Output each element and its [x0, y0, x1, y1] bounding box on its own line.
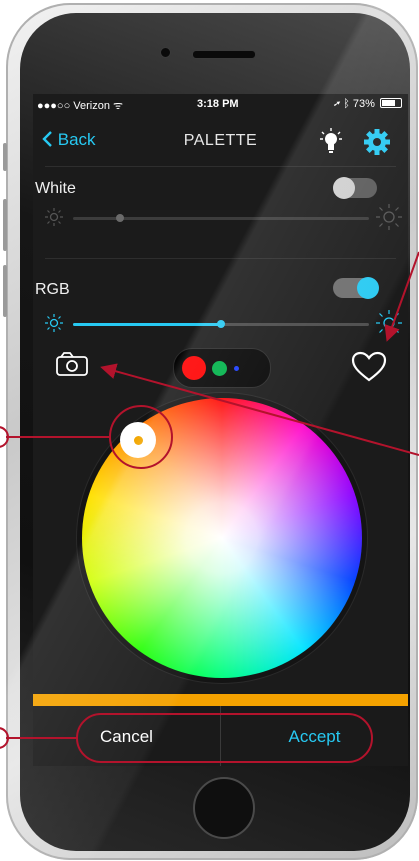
color-presets[interactable] — [173, 348, 271, 388]
battery-indicator: ➚ ᛒ 73% — [334, 98, 402, 110]
volume-down-button — [3, 265, 7, 317]
cancel-button[interactable]: Cancel — [33, 706, 220, 766]
preset-blue[interactable] — [234, 366, 239, 371]
white-label: White — [35, 180, 76, 197]
front-camera — [160, 47, 171, 58]
sun-icon — [376, 310, 402, 336]
rgb-brightness-slider[interactable] — [73, 320, 369, 328]
white-toggle[interactable] — [333, 177, 377, 199]
rgb-toggle[interactable] — [333, 277, 379, 299]
location-icon: ➚ — [333, 98, 341, 110]
preset-green[interactable] — [212, 361, 227, 376]
rgb-slider-fill — [73, 323, 221, 326]
earpiece-speaker — [192, 50, 256, 59]
sun-icon — [45, 314, 63, 332]
status-bar: ●●●○○ Verizon ᯤ 3:18 PM ➚ ᛒ 73% — [33, 94, 408, 114]
white-brightness-slider[interactable] — [73, 214, 369, 222]
heart-icon[interactable] — [351, 351, 387, 383]
selected-color-bar — [33, 694, 408, 706]
preset-red[interactable] — [182, 356, 206, 380]
mute-switch — [3, 143, 7, 171]
nav-bar: Back PALETTE — [33, 120, 408, 166]
rgb-toggle-knob — [357, 277, 379, 299]
clock-text: 3:18 PM — [197, 98, 239, 110]
bulb-icon[interactable] — [320, 128, 342, 156]
gear-icon[interactable] — [363, 128, 391, 156]
accept-button[interactable]: Accept — [221, 706, 408, 766]
white-toggle-knob — [333, 177, 355, 199]
volume-up-button — [3, 199, 7, 251]
battery-percent: 73% — [352, 98, 375, 110]
battery-icon — [380, 98, 402, 108]
white-slider-thumb[interactable] — [116, 214, 124, 222]
color-picker-knob[interactable] — [120, 422, 156, 458]
camera-icon[interactable] — [55, 351, 89, 377]
action-bar: Cancel Accept — [33, 706, 408, 766]
nav-divider — [45, 166, 396, 167]
sun-icon — [45, 208, 63, 226]
bluetooth-icon: ᛒ — [343, 98, 350, 110]
sun-icon — [376, 204, 402, 230]
page-title: PALETTE — [183, 132, 258, 149]
home-button[interactable] — [193, 777, 255, 839]
rgb-label: RGB — [35, 281, 70, 298]
app-screen: ●●●○○ Verizon ᯤ 3:18 PM ➚ ᛒ 73% Back PAL… — [33, 94, 408, 766]
section-divider — [45, 258, 396, 259]
carrier-text: ●●●○○ Verizon ᯤ — [37, 100, 124, 112]
rgb-slider-thumb[interactable] — [217, 320, 225, 328]
